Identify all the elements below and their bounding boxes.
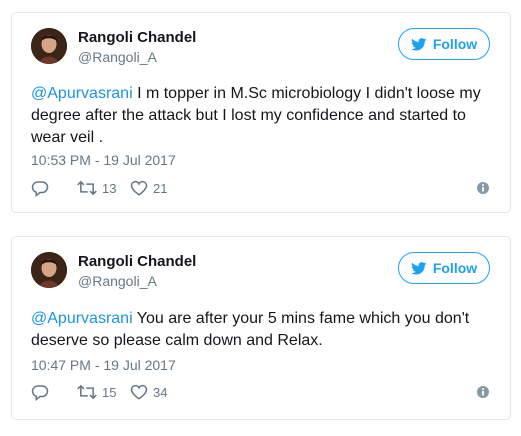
- reply-button[interactable]: [31, 383, 49, 401]
- tweet-header: Rangoli Chandel @Rangoli_A Follow: [31, 27, 490, 73]
- tweet-timestamp[interactable]: 10:53 PM - 19 Jul 2017: [31, 152, 176, 168]
- tweet-text: @Apurvasrani I m topper in M.Sc microbio…: [31, 83, 492, 149]
- follow-button[interactable]: Follow: [398, 252, 490, 284]
- mention-link[interactable]: @Apurvasrani: [31, 85, 133, 102]
- twitter-bird-icon: [410, 37, 427, 51]
- tweet-actions: 13 21: [31, 179, 490, 201]
- avatar[interactable]: [31, 252, 67, 288]
- mention-link[interactable]: @Apurvasrani: [31, 310, 133, 327]
- tweet-card[interactable]: Rangoli Chandel @Rangoli_A Follow @Apurv…: [11, 12, 511, 213]
- heart-icon: [130, 179, 148, 197]
- author-handle[interactable]: @Rangoli_A: [78, 49, 157, 65]
- retweet-count: 15: [102, 384, 117, 400]
- like-count: 34: [153, 384, 168, 400]
- retweet-count: 13: [102, 180, 117, 196]
- retweet-icon: [77, 383, 97, 401]
- tweet-actions: 15 34: [31, 383, 490, 405]
- follow-label: Follow: [432, 36, 478, 52]
- like-button[interactable]: 34: [130, 383, 167, 401]
- avatar[interactable]: [31, 28, 67, 64]
- info-icon: [476, 385, 490, 399]
- reply-icon: [31, 179, 49, 197]
- author-name[interactable]: Rangoli Chandel: [78, 29, 196, 46]
- tweet-text: @Apurvasrani You are after your 5 mins f…: [31, 308, 492, 352]
- info-button[interactable]: [476, 181, 490, 195]
- author-name[interactable]: Rangoli Chandel: [78, 253, 196, 270]
- tweet-header: Rangoli Chandel @Rangoli_A Follow: [31, 251, 490, 297]
- like-button[interactable]: 21: [130, 179, 167, 197]
- like-count: 21: [153, 180, 168, 196]
- reply-button[interactable]: [31, 179, 49, 197]
- tweet-timestamp[interactable]: 10:47 PM - 19 Jul 2017: [31, 357, 176, 373]
- author-handle[interactable]: @Rangoli_A: [78, 273, 157, 289]
- tweet-card[interactable]: Rangoli Chandel @Rangoli_A Follow @Apurv…: [11, 236, 511, 420]
- heart-icon: [130, 383, 148, 401]
- info-icon: [476, 181, 490, 195]
- retweet-button[interactable]: 15: [77, 383, 116, 401]
- info-button[interactable]: [476, 385, 490, 399]
- retweet-button[interactable]: 13: [77, 179, 116, 197]
- reply-icon: [31, 383, 49, 401]
- twitter-bird-icon: [410, 261, 427, 275]
- retweet-icon: [77, 179, 97, 197]
- follow-button[interactable]: Follow: [398, 28, 490, 60]
- follow-label: Follow: [432, 260, 478, 276]
